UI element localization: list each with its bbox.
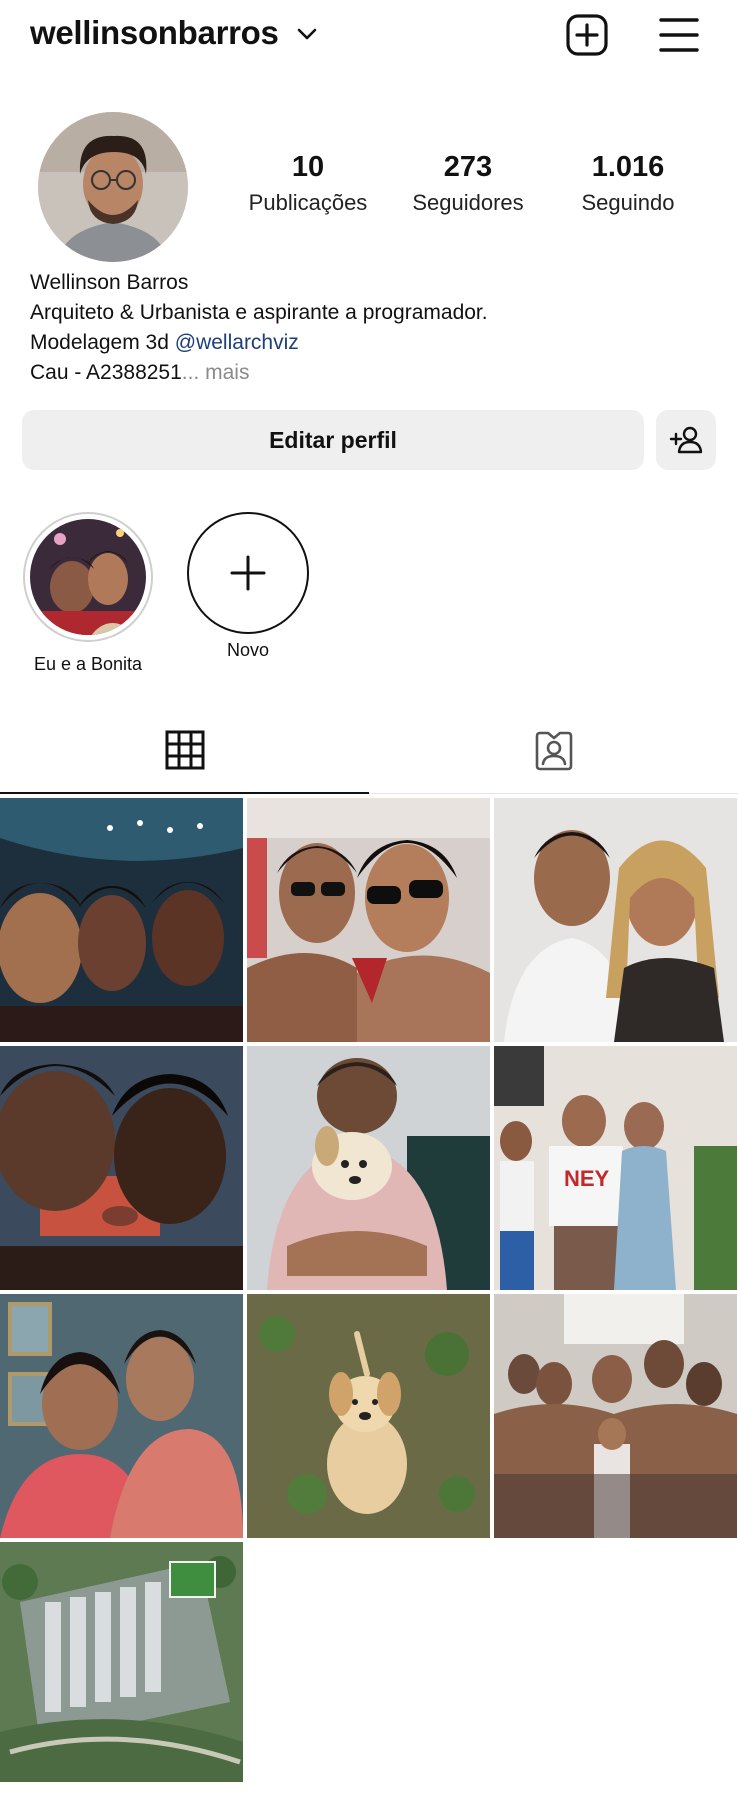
tab-tagged[interactable] xyxy=(369,708,738,794)
profile-avatar[interactable] xyxy=(38,112,188,262)
post-thumbnail[interactable] xyxy=(0,798,243,1042)
chevron-down-icon[interactable] xyxy=(296,26,318,42)
new-highlight-button[interactable]: Novo xyxy=(178,512,318,661)
highlight-label: Novo xyxy=(226,640,270,660)
post-thumbnail[interactable] xyxy=(247,798,490,1042)
bio-more-link[interactable]: ... mais xyxy=(182,361,250,384)
highlight-new-ring xyxy=(187,512,309,634)
new-post-button[interactable] xyxy=(564,12,610,58)
highlight-cover xyxy=(30,519,146,635)
profile-tabs xyxy=(0,708,738,794)
post-thumbnail[interactable] xyxy=(494,1294,737,1538)
tab-posts-grid[interactable] xyxy=(0,708,369,794)
stat-value: 273 xyxy=(443,151,493,183)
stat-label: Seguindo xyxy=(581,190,675,215)
bottom-spacer xyxy=(0,1782,738,1808)
add-person-icon xyxy=(669,426,703,454)
hamburger-menu-icon xyxy=(659,18,699,52)
post-thumbnail[interactable] xyxy=(0,1542,243,1786)
stat-posts[interactable]: 10 Publicações xyxy=(228,150,388,218)
post-thumbnail[interactable] xyxy=(247,1046,490,1290)
menu-button[interactable] xyxy=(656,12,702,58)
svg-text:NEY: NEY xyxy=(564,1166,610,1191)
highlight-ring xyxy=(23,512,153,642)
tagged-person-icon xyxy=(535,731,572,770)
bio-mention-link[interactable]: @wellarchviz xyxy=(175,331,299,354)
post-thumbnail[interactable] xyxy=(0,1046,243,1290)
profile-photo xyxy=(38,112,188,262)
plus-square-icon xyxy=(566,14,608,56)
bio-line: Modelagem 3d @wellarchviz xyxy=(30,328,710,358)
post-thumbnail[interactable] xyxy=(494,798,737,1042)
bio-line: Arquiteto & Urbanista e aspirante a prog… xyxy=(30,301,488,324)
bio-line: Cau - A2388251... mais xyxy=(30,358,710,388)
stat-value: 10 xyxy=(291,151,325,183)
highlight-item[interactable]: Eu e a Bonita xyxy=(18,512,158,675)
bio-text: Modelagem 3d xyxy=(30,331,175,354)
post-thumbnail[interactable]: NEY xyxy=(494,1046,737,1290)
post-thumbnail[interactable] xyxy=(247,1294,490,1538)
stat-label: Seguidores xyxy=(412,190,524,215)
stat-value: 1.016 xyxy=(591,151,665,183)
post-thumbnail[interactable] xyxy=(0,1294,243,1538)
stat-label: Publicações xyxy=(248,190,368,215)
profile-display-name: Wellinson Barros xyxy=(30,271,189,294)
stat-following[interactable]: 1.016 Seguindo xyxy=(548,150,708,218)
top-bar: wellinsonbarros xyxy=(0,0,738,76)
plus-icon xyxy=(230,555,266,591)
profile-stats: 10 Publicações 273 Seguidores 1.016 Segu… xyxy=(228,150,708,222)
highlight-label: Eu e a Bonita xyxy=(33,654,143,674)
bio-text: Cau - A2388251 xyxy=(30,361,182,384)
profile-username[interactable]: wellinsonbarros xyxy=(30,14,279,52)
discover-people-button[interactable] xyxy=(656,410,716,470)
grid-icon xyxy=(165,730,204,770)
profile-bio: Wellinson Barros Arquiteto & Urbanista e… xyxy=(30,268,710,388)
edit-profile-button[interactable]: Editar perfil xyxy=(22,410,644,470)
stat-followers[interactable]: 273 Seguidores xyxy=(388,150,548,218)
